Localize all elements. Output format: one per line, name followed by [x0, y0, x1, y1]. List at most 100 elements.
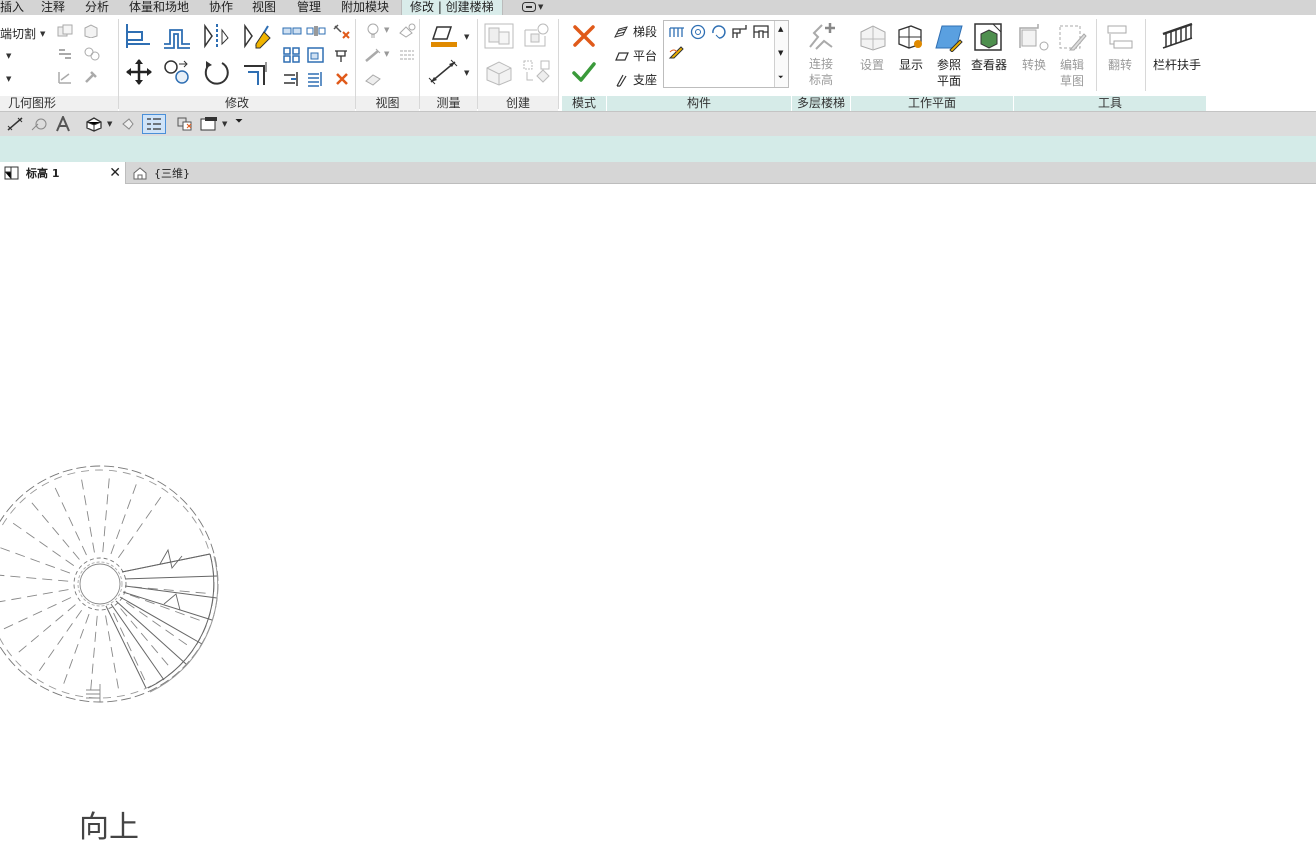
tab-addins[interactable]: 附加模块	[341, 0, 389, 15]
align-icon[interactable]	[123, 21, 155, 51]
straight-run-icon[interactable]	[666, 23, 688, 41]
full-spiral-icon[interactable]	[687, 23, 709, 41]
array-icon[interactable]	[281, 46, 303, 64]
mirror-draw-axis-icon[interactable]	[241, 21, 273, 51]
panel-mode: 模式	[562, 15, 606, 111]
tab-modify-create-stair[interactable]: 修改 | 创建楼梯	[401, 0, 503, 15]
tab-view[interactable]: 视图	[252, 0, 276, 15]
line-style-icon[interactable]	[396, 46, 418, 64]
center-ends-spiral-icon[interactable]	[708, 23, 730, 41]
chevron-down-icon[interactable]: ▼	[384, 50, 389, 58]
dimension-icon[interactable]	[426, 57, 460, 87]
view-tab-3d[interactable]: {三维}	[128, 162, 194, 184]
tab-manage[interactable]: 管理	[297, 0, 321, 15]
panel-title-components: 构件	[607, 96, 791, 111]
drawing-canvas[interactable]: 向上	[0, 184, 1316, 860]
section-icon[interactable]	[118, 115, 138, 133]
railing-icon[interactable]	[1159, 19, 1197, 53]
move-icon[interactable]	[123, 57, 155, 87]
scale-icon[interactable]	[305, 46, 327, 64]
chevron-down-icon[interactable]: ▼	[778, 49, 783, 57]
paint-icon[interactable]	[82, 46, 104, 62]
split-element-icon[interactable]	[281, 22, 303, 40]
landing-button[interactable]: 平台	[613, 47, 657, 64]
tab-annotate[interactable]: 注释	[41, 0, 65, 15]
cancel-edit-mode-button[interactable]	[568, 21, 600, 51]
l-shape-winder-icon[interactable]	[729, 23, 751, 41]
flip-icon[interactable]	[1103, 21, 1137, 53]
tab-insert[interactable]: 插入	[0, 0, 24, 15]
chevron-down-icon[interactable]: ▼	[384, 26, 389, 34]
linework-icon[interactable]	[362, 46, 384, 64]
split-with-gap-icon[interactable]	[305, 22, 327, 40]
edit-sketch-icon[interactable]	[1055, 21, 1089, 53]
close-hidden-windows-icon[interactable]	[175, 115, 195, 133]
set-workplane-icon[interactable]	[856, 21, 888, 53]
break-line	[159, 548, 183, 569]
text-icon[interactable]	[53, 115, 73, 133]
view-tab-level-1[interactable]: 标高 1 ✕	[0, 162, 126, 184]
workplane-viewer-label: 查看器	[970, 58, 1007, 72]
panel-multistory: 连接 标高 多层楼梯	[792, 15, 850, 111]
measure-between-references-icon[interactable]	[426, 22, 460, 52]
hide-element-icon[interactable]	[362, 70, 384, 88]
switch-windows-icon[interactable]	[199, 115, 219, 133]
delete-icon[interactable]	[331, 70, 353, 88]
trim-multiple-icon[interactable]	[305, 70, 327, 88]
cancel-x-icon	[573, 25, 595, 47]
close-icon[interactable]: ✕	[109, 165, 121, 181]
panel-title-create: 创建	[478, 96, 558, 111]
create-parts-icon[interactable]	[520, 21, 554, 51]
override-graphics-icon[interactable]	[396, 22, 418, 40]
support-button[interactable]: 支座	[613, 71, 657, 88]
workplane-viewer-icon[interactable]	[972, 21, 1004, 53]
chevron-down-icon[interactable]: ▼	[6, 52, 11, 60]
thin-lines-toggle[interactable]	[142, 114, 166, 134]
cut-button[interactable]: 端切割 ▼	[0, 25, 45, 42]
view-tab-label: {三维}	[154, 167, 190, 180]
create-similar-icon[interactable]	[520, 57, 554, 87]
chevron-down-icon[interactable]: ▼	[222, 120, 227, 128]
finish-edit-mode-button[interactable]	[568, 57, 600, 87]
chevron-down-icon[interactable]: ▼	[107, 120, 112, 128]
offset-icon[interactable]	[161, 21, 193, 51]
demolish-icon[interactable]	[56, 69, 74, 85]
show-workplane-icon[interactable]	[894, 21, 926, 53]
default-3d-view-icon[interactable]	[84, 115, 104, 133]
unpin-icon[interactable]	[331, 22, 353, 40]
gallery-scrollbar[interactable]: ▲ ▼ ⏷	[774, 21, 788, 87]
tab-massing-site[interactable]: 体量和场地	[129, 0, 189, 15]
create-sketch-icon[interactable]	[666, 43, 688, 61]
stair-run-button[interactable]: 梯段	[613, 23, 657, 40]
chevron-down-icon[interactable]: ▼	[464, 33, 469, 41]
rotate-icon[interactable]	[201, 57, 233, 87]
tab-collaborate[interactable]: 协作	[209, 0, 233, 15]
measure-icon[interactable]	[5, 115, 25, 133]
join-icon[interactable]	[56, 23, 74, 39]
ribbon-display-toggle[interactable]: ▼	[522, 1, 543, 13]
hammer-icon[interactable]	[82, 69, 100, 85]
trim-extend-corner-icon[interactable]	[241, 57, 273, 87]
reference-plane-icon[interactable]	[933, 21, 965, 53]
wall-join-icon[interactable]	[82, 23, 100, 39]
chevron-down-icon[interactable]: ▼	[6, 75, 11, 83]
chevron-up-icon[interactable]: ▲	[778, 25, 783, 33]
create-assembly-icon[interactable]	[482, 21, 516, 51]
chevron-down-icon[interactable]: ▼	[464, 69, 469, 77]
connect-levels-icon[interactable]	[803, 20, 839, 54]
convert-icon[interactable]	[1017, 21, 1051, 53]
create-group-icon[interactable]	[482, 57, 516, 87]
trim-single-icon[interactable]	[281, 70, 303, 88]
pin-icon[interactable]	[331, 46, 353, 64]
panel-measure: ▼ ▼ 测量	[420, 15, 477, 111]
mirror-pick-axis-icon[interactable]	[201, 21, 233, 51]
customize-toolbar-icon[interactable]: ⏷	[235, 116, 243, 127]
lightbulb-icon[interactable]	[362, 22, 384, 40]
split-face-icon[interactable]	[56, 46, 74, 62]
gallery-expand-icon[interactable]: ⏷	[778, 73, 784, 82]
aligned-dimension-icon[interactable]	[29, 115, 49, 133]
u-shape-winder-icon[interactable]	[750, 23, 772, 41]
copy-icon[interactable]	[161, 57, 193, 87]
spiral-stair-drawing[interactable]	[0, 184, 1316, 860]
tab-analyze[interactable]: 分析	[85, 0, 109, 15]
